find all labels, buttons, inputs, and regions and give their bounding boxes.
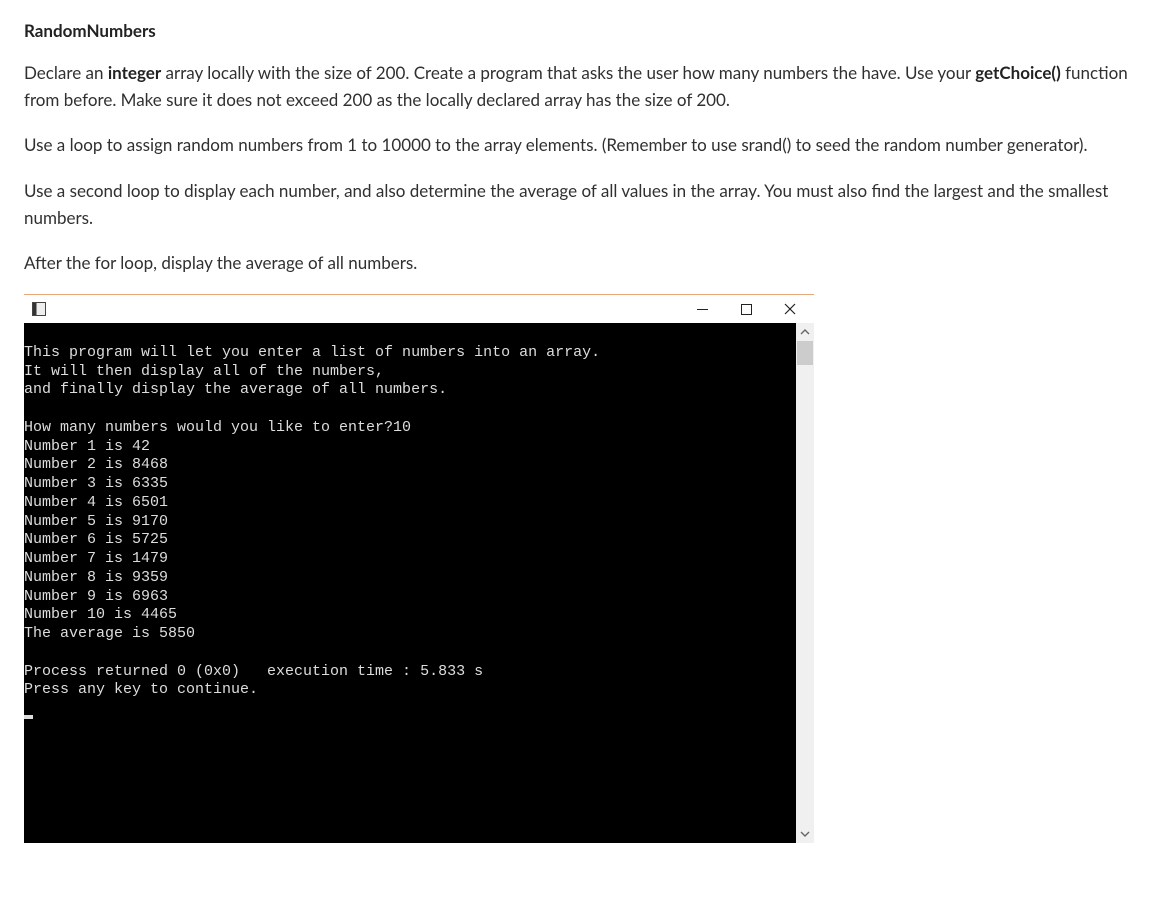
console-line: Number 10 is 4465 bbox=[24, 606, 177, 623]
console-line: Number 1 is 42 bbox=[24, 438, 150, 455]
text: array locally with the size of 200. Crea… bbox=[161, 62, 975, 83]
paragraph-3: Use a second loop to display each number… bbox=[24, 177, 1143, 231]
minimize-icon bbox=[697, 304, 708, 315]
console-line: This program will let you enter a list o… bbox=[24, 344, 600, 361]
console-line: and finally display the average of all n… bbox=[24, 381, 447, 398]
close-button[interactable] bbox=[778, 299, 802, 319]
scroll-down-arrow-icon[interactable] bbox=[796, 825, 814, 843]
scroll-thumb[interactable] bbox=[797, 341, 813, 365]
paragraph-2: Use a loop to assign random numbers from… bbox=[24, 131, 1143, 158]
app-icon bbox=[32, 302, 46, 316]
maximize-icon bbox=[741, 304, 752, 315]
section-title: RandomNumbers bbox=[24, 20, 1143, 41]
console-line: Number 2 is 8468 bbox=[24, 456, 168, 473]
console-line: It will then display all of the numbers, bbox=[24, 363, 384, 380]
minimize-button[interactable] bbox=[690, 299, 714, 319]
scroll-up-arrow-icon[interactable] bbox=[796, 323, 814, 341]
scrollbar[interactable] bbox=[796, 323, 814, 843]
cursor-icon bbox=[24, 715, 33, 719]
console-line: Number 3 is 6335 bbox=[24, 475, 168, 492]
text: Declare an bbox=[24, 62, 108, 83]
maximize-button[interactable] bbox=[734, 299, 758, 319]
console-line: Number 7 is 1479 bbox=[24, 550, 168, 567]
console-line: Number 4 is 6501 bbox=[24, 494, 168, 511]
console-window: This program will let you enter a list o… bbox=[24, 295, 814, 843]
console-line: Process returned 0 (0x0) execution time … bbox=[24, 663, 483, 680]
console-line: Number 6 is 5725 bbox=[24, 531, 168, 548]
window-controls bbox=[690, 299, 810, 319]
console-line: Number 5 is 9170 bbox=[24, 513, 168, 530]
document-page: RandomNumbers Declare an integer array l… bbox=[0, 0, 1167, 863]
console-output: This program will let you enter a list o… bbox=[24, 323, 796, 843]
console-line: The average is 5850 bbox=[24, 625, 195, 642]
console-line: Number 9 is 6963 bbox=[24, 588, 168, 605]
bold-integer: integer bbox=[108, 62, 161, 83]
bold-getchoice: getChoice() bbox=[975, 62, 1061, 83]
titlebar bbox=[24, 295, 814, 323]
console-line: Press any key to continue. bbox=[24, 681, 258, 698]
console-body-wrap: This program will let you enter a list o… bbox=[24, 323, 814, 843]
close-icon bbox=[784, 303, 796, 315]
console-line: How many numbers would you like to enter… bbox=[24, 419, 411, 436]
paragraph-4: After the for loop, display the average … bbox=[24, 249, 1143, 276]
scroll-top bbox=[796, 323, 814, 365]
paragraph-1: Declare an integer array locally with th… bbox=[24, 59, 1143, 113]
console-line: Number 8 is 9359 bbox=[24, 569, 168, 586]
